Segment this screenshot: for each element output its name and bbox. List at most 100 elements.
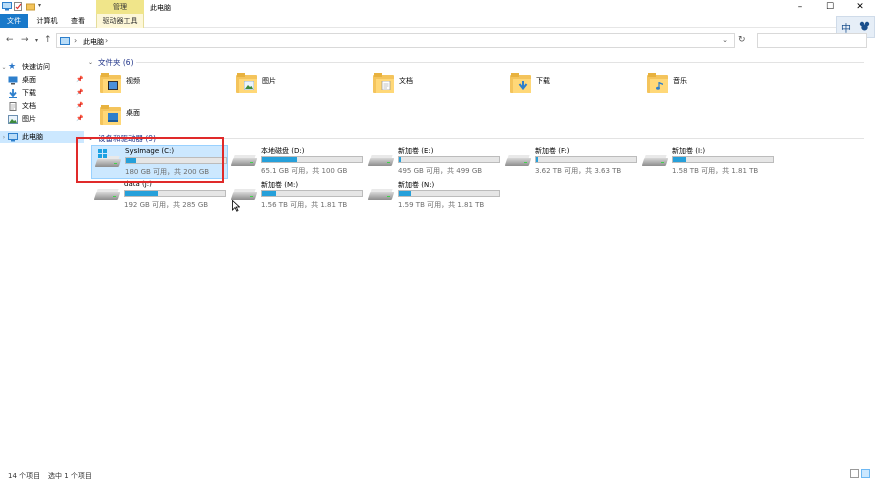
pin-icon[interactable]: 📌 <box>76 115 83 122</box>
breadcrumb-this-pc[interactable]: 此电脑 <box>83 37 104 47</box>
pin-icon[interactable]: 📌 <box>76 102 83 109</box>
hard-drive-icon <box>641 154 669 168</box>
nav-quick-access-label: 快速访问 <box>22 63 50 71</box>
highlight-box <box>76 137 224 183</box>
drive-name: 新加卷 (I:) <box>672 147 706 155</box>
drive-e[interactable]: 新加卷 (E:) 495 GB 可用，共 499 GB <box>365 145 502 179</box>
picture-folder-icon <box>236 72 258 94</box>
selected-count: 选中 1 个项目 <box>48 472 92 480</box>
drive-usage-fill <box>262 191 276 196</box>
pin-icon[interactable]: 📌 <box>76 76 83 83</box>
document-icon <box>8 101 18 111</box>
hard-drive-icon <box>93 188 121 202</box>
download-folder-icon <box>510 72 532 94</box>
drive-usage-fill <box>399 157 401 162</box>
address-dropdown-icon[interactable]: ⌄ <box>722 36 728 44</box>
tab-file[interactable]: 文件 <box>0 14 28 28</box>
drive-f[interactable]: 新加卷 (F:) 3.62 TB 可用，共 3.63 TB <box>502 145 639 179</box>
folder-downloads[interactable]: 下载 <box>510 72 620 98</box>
drive-usage-bar <box>535 156 637 163</box>
drive-usage-bar <box>261 156 363 163</box>
recent-locations-icon[interactable]: ▾ <box>35 37 38 44</box>
pin-icon[interactable]: 📌 <box>76 89 83 96</box>
drive-usage-bar <box>398 190 500 197</box>
drive-m[interactable]: 新加卷 (M:) 1.56 TB 可用，共 1.81 TB <box>228 179 365 213</box>
drive-free-space: 495 GB 可用，共 499 GB <box>398 167 483 175</box>
drive-n[interactable]: 新加卷 (N:) 1.59 TB 可用，共 1.81 TB <box>365 179 502 213</box>
this-pc-icon <box>60 37 70 45</box>
star-icon: ★ <box>8 61 17 72</box>
navigation-row: ← → ▾ ↑ › 此电脑 › ⌄ ↻ <box>0 32 875 50</box>
drive-name: 新加卷 (M:) <box>261 181 299 189</box>
tiles-view-icon[interactable] <box>861 469 870 478</box>
folder-label: 文档 <box>399 77 413 85</box>
folder-pictures[interactable]: 图片 <box>236 72 346 98</box>
hard-drive-icon <box>367 188 395 202</box>
drive-name: 新加卷 (F:) <box>535 147 570 155</box>
folders-group-header[interactable]: ⌄ 文件夹 (6) <box>88 56 134 68</box>
hard-drive-icon <box>367 154 395 168</box>
drive-usage-fill <box>262 157 297 162</box>
desktop-icon <box>8 76 18 85</box>
search-input[interactable] <box>757 33 867 48</box>
collapse-chevron-icon[interactable]: ⌄ <box>0 64 8 71</box>
drive-usage-fill <box>673 157 686 162</box>
breadcrumb-separator-icon[interactable]: › <box>74 36 77 45</box>
drive-free-space: 65.1 GB 可用，共 100 GB <box>261 167 348 175</box>
drive-usage-bar <box>124 190 226 197</box>
context-tab-manage[interactable]: 管理 <box>96 0 144 14</box>
folder-documents[interactable]: 文档 <box>373 72 483 98</box>
customize-qa-icon[interactable]: ▾ <box>38 2 44 11</box>
breadcrumb-separator-icon[interactable]: › <box>105 36 108 45</box>
download-arrow-icon <box>8 88 18 98</box>
picture-icon <box>8 114 18 124</box>
nav-item-downloads[interactable]: 下载 📌 <box>8 87 86 99</box>
drive-j[interactable]: data (J:) 192 GB 可用，共 285 GB <box>91 179 228 213</box>
folder-music[interactable]: 音乐 <box>647 72 757 98</box>
desktop-folder-icon <box>100 104 122 126</box>
properties-icon[interactable] <box>14 2 23 11</box>
folder-label: 图片 <box>262 77 276 85</box>
drive-free-space: 1.56 TB 可用，共 1.81 TB <box>261 201 348 209</box>
drive-free-space: 1.59 TB 可用，共 1.81 TB <box>398 201 485 209</box>
new-folder-icon[interactable] <box>26 2 35 11</box>
nav-item-desktop[interactable]: 桌面 📌 <box>8 74 86 86</box>
minimize-button[interactable]: – <box>785 0 815 14</box>
nav-item-label: 图片 <box>22 115 36 123</box>
view-switcher <box>850 469 870 478</box>
folder-desktop[interactable]: 桌面 <box>100 104 210 130</box>
nav-item-label: 文档 <box>22 102 36 110</box>
drive-usage-fill <box>399 191 411 196</box>
nav-this-pc[interactable]: › 此电脑 <box>0 131 84 143</box>
collapse-chevron-icon[interactable]: ⌄ <box>88 59 94 66</box>
maximize-button[interactable]: ☐ <box>815 0 845 14</box>
explorer-window: ▾ 管理 此电脑 – ☐ ✕ 文件 计算机 查看 驱动器工具 中 ← → ▾ ↑… <box>0 0 875 484</box>
navigation-pane: ⌄ ★ 快速访问 桌面 📌 下载 📌 文档 📌 图片 📌 › 此电脑 <box>0 58 86 458</box>
nav-item-label: 桌面 <box>22 76 36 84</box>
drive-name: 本地磁盘 (D:) <box>261 147 305 155</box>
forward-arrow-icon[interactable]: → <box>21 35 29 45</box>
tab-computer[interactable]: 计算机 <box>36 14 58 28</box>
computer-icon[interactable] <box>2 2 12 11</box>
nav-quick-access[interactable]: ⌄ ★ 快速访问 <box>0 61 86 73</box>
nav-item-pictures[interactable]: 图片 📌 <box>8 113 86 125</box>
tab-drive-tools[interactable]: 驱动器工具 <box>96 14 144 28</box>
refresh-icon[interactable]: ↻ <box>738 35 746 45</box>
folder-videos[interactable]: 视频 <box>100 72 210 98</box>
drive-free-space: 192 GB 可用，共 285 GB <box>124 201 209 209</box>
window-controls: – ☐ ✕ <box>785 0 875 14</box>
folder-label: 视频 <box>126 77 140 85</box>
back-arrow-icon[interactable]: ← <box>6 35 14 45</box>
tab-view[interactable]: 查看 <box>70 14 86 28</box>
group-divider <box>136 62 864 63</box>
document-folder-icon <box>373 72 395 94</box>
nav-item-documents[interactable]: 文档 📌 <box>8 100 86 112</box>
expand-chevron-icon[interactable]: › <box>0 134 8 141</box>
up-arrow-icon[interactable]: ↑ <box>44 35 52 45</box>
close-button[interactable]: ✕ <box>845 0 875 14</box>
drive-d[interactable]: 本地磁盘 (D:) 65.1 GB 可用，共 100 GB <box>228 145 365 179</box>
details-view-icon[interactable] <box>850 469 859 478</box>
address-bar[interactable]: › 此电脑 › ⌄ <box>56 33 735 48</box>
window-title: 此电脑 <box>150 4 171 12</box>
drive-i[interactable]: 新加卷 (I:) 1.58 TB 可用，共 1.81 TB <box>639 145 776 179</box>
